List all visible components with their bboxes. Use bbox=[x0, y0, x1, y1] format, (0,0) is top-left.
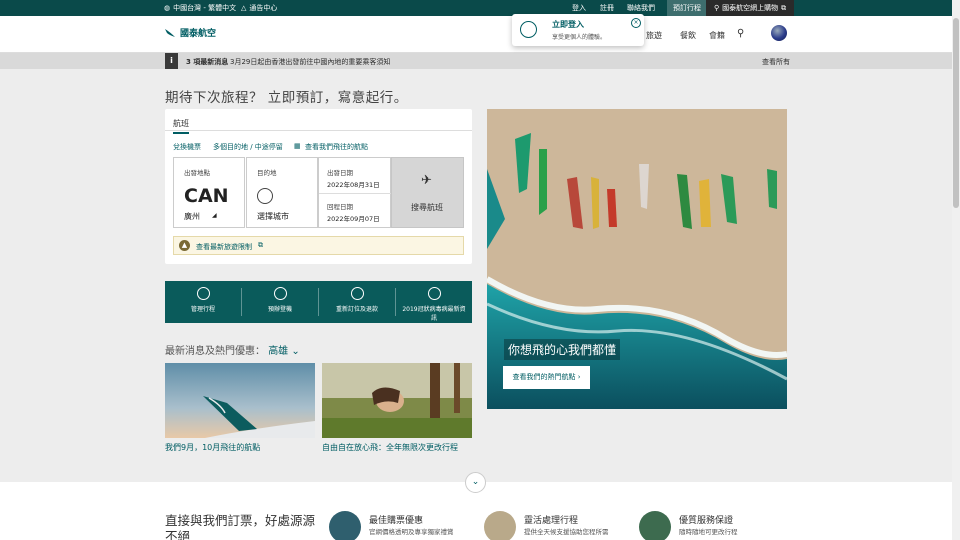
return-date: 2022年09月07日 bbox=[327, 215, 380, 223]
booking-card: 航班 兌換機票 多個目的地 / 中途停留 ▦ 查看我們飛往的航點 出發地點 CA… bbox=[165, 109, 472, 264]
divider bbox=[165, 130, 472, 131]
contact-link[interactable]: 聯絡我們 bbox=[627, 3, 655, 13]
quick-link-checkin[interactable]: 預辦登機 bbox=[242, 281, 318, 323]
nav-dining[interactable]: 餐飲 bbox=[680, 30, 696, 41]
user-icon bbox=[520, 21, 537, 38]
view-all-link[interactable]: 查看所有 bbox=[762, 57, 790, 67]
multi-city-link[interactable]: 多個目的地 / 中途停留 bbox=[213, 142, 283, 152]
globe-icon: ◍ bbox=[164, 4, 171, 12]
hero-image bbox=[487, 109, 787, 409]
origin-city: 廣州 bbox=[184, 212, 200, 221]
destinations-link[interactable]: 查看我們飛往的航點 bbox=[305, 142, 368, 152]
scrollbar-thumb[interactable] bbox=[953, 18, 959, 208]
main-header: 國泰航空 旅遊 餐飲 會籍 ⚲ bbox=[0, 16, 952, 53]
offer-caption[interactable]: 自由自在放心飛：全年無限次更改行程 bbox=[322, 442, 458, 453]
login-popup-title[interactable]: 立即登入 bbox=[552, 19, 584, 30]
offer-image-relax bbox=[322, 363, 472, 438]
brand-logo[interactable]: 國泰航空 bbox=[164, 26, 216, 39]
origin-code: CAN bbox=[184, 185, 229, 207]
hero-cta-button[interactable]: 查看我們的熱門航點 › bbox=[503, 366, 590, 389]
info-icon: i bbox=[165, 53, 178, 69]
city-selector[interactable]: 高雄 bbox=[268, 346, 288, 357]
offer-caption[interactable]: 我們9月，10月飛往的航點 bbox=[165, 442, 260, 453]
plane-icon: ✈ bbox=[421, 173, 432, 188]
alert-bar: i 3 項最新消息 3月29日起由香港出發前往中國內地的重要乘客須知 查看所有 bbox=[0, 53, 952, 69]
close-icon[interactable]: × bbox=[631, 18, 641, 28]
bell-icon: △ bbox=[241, 4, 247, 12]
redeem-link[interactable]: 兌換機票 bbox=[173, 142, 201, 152]
shop-icon: ⚲ bbox=[714, 4, 720, 12]
region-selector[interactable]: ◍ 中國台灣 - 繁體中文 bbox=[164, 3, 236, 13]
login-popup: 立即登入 享受更個人的體驗。 × bbox=[512, 14, 644, 46]
ticket-icon bbox=[273, 287, 287, 300]
nav-travel[interactable]: 旅遊 bbox=[646, 30, 662, 41]
brushwing-icon bbox=[165, 28, 175, 37]
manage-booking-link[interactable]: 預訂行程 bbox=[667, 0, 707, 16]
quick-links-bar: 管理行程 預辦登機 重新訂位及退款 2019冠狀病毒病最新資訊 bbox=[165, 281, 472, 323]
tab-flights[interactable]: 航班 bbox=[173, 118, 189, 134]
divider bbox=[319, 193, 392, 194]
alert-count: 3 項最新消息 bbox=[186, 58, 229, 66]
destination-value: 選擇城市 bbox=[257, 212, 289, 221]
page-title: 期待下次旅程？ 立即預訂，寫意起行。 bbox=[165, 90, 408, 106]
dates-field[interactable]: 出發日期 2022年08月31日 回程日期 2022年09月07日 bbox=[318, 157, 392, 228]
scroll-down-button[interactable]: ⌄ bbox=[465, 472, 486, 493]
warning-icon: ▲ bbox=[179, 240, 190, 251]
chevron-down-icon[interactable]: ⌄ bbox=[291, 346, 299, 357]
beach-boats-image bbox=[487, 109, 787, 409]
offer-tile[interactable] bbox=[322, 363, 472, 438]
briefcase-icon bbox=[196, 287, 210, 300]
chevron-right-icon: › bbox=[577, 373, 581, 381]
external-link-icon: ⧉ bbox=[258, 241, 263, 249]
register-link[interactable]: 註冊 bbox=[600, 3, 614, 13]
offers-heading: 最新消息及熱門優惠： 高雄 ⌄ bbox=[165, 346, 300, 357]
hero-caption: 你想飛的心我們都懂 bbox=[504, 339, 621, 360]
search-flights-button[interactable]: ✈ 搜尋航班 bbox=[391, 157, 464, 228]
quick-link-manage[interactable]: 管理行程 bbox=[165, 281, 241, 323]
quick-link-covid[interactable]: 2019冠狀病毒病最新資訊 bbox=[396, 281, 472, 323]
exchange-icon bbox=[350, 287, 364, 300]
offer-tile[interactable] bbox=[165, 363, 315, 438]
login-popup-subtitle: 享受更個人的體驗。 bbox=[552, 34, 607, 41]
alert-message[interactable]: 3月29日起由香港出發前往中國內地的重要乘客須知 bbox=[230, 57, 390, 67]
location-arrow-icon: ◢ bbox=[212, 212, 217, 219]
star-badge-icon bbox=[329, 511, 361, 540]
login-link[interactable]: 登入 bbox=[572, 3, 586, 13]
phone-icon bbox=[484, 511, 516, 540]
globe-icon bbox=[257, 188, 273, 204]
search-icon[interactable]: ⚲ bbox=[737, 28, 744, 39]
chevron-down-icon: ⌄ bbox=[471, 477, 480, 487]
depart-date: 2022年08月31日 bbox=[327, 181, 380, 189]
nav-membership[interactable]: 會籍 bbox=[709, 30, 725, 41]
benefits-title: 直接與我們訂票，好處源源不絕 bbox=[165, 513, 316, 540]
notifications-link[interactable]: △ 通告中心 bbox=[241, 3, 277, 13]
utility-bar: ◍ 中國台灣 - 繁體中文 △ 通告中心 登入 註冊 聯絡我們 預訂行程 ⚲ 國… bbox=[0, 0, 960, 16]
travel-restrictions-notice[interactable]: ▲ 查看最新旅遊限制 ⧉ bbox=[173, 236, 464, 255]
destination-field[interactable]: 目的地 選擇城市 bbox=[246, 157, 318, 228]
quick-link-rebook[interactable]: 重新訂位及退款 bbox=[319, 281, 395, 323]
external-link-icon: ⧉ bbox=[781, 4, 787, 12]
shop-link[interactable]: ⚲ 國泰航空網上購物 ⧉ bbox=[706, 0, 795, 16]
service-icon bbox=[639, 511, 671, 540]
scrollbar[interactable] bbox=[952, 0, 960, 540]
profile-globe-icon[interactable] bbox=[771, 25, 787, 41]
origin-field[interactable]: 出發地點 CAN 廣州 ◢ bbox=[173, 157, 245, 228]
calendar-icon: ▦ bbox=[294, 142, 301, 150]
offer-image-aircraft bbox=[165, 363, 315, 438]
shield-icon bbox=[427, 287, 441, 300]
